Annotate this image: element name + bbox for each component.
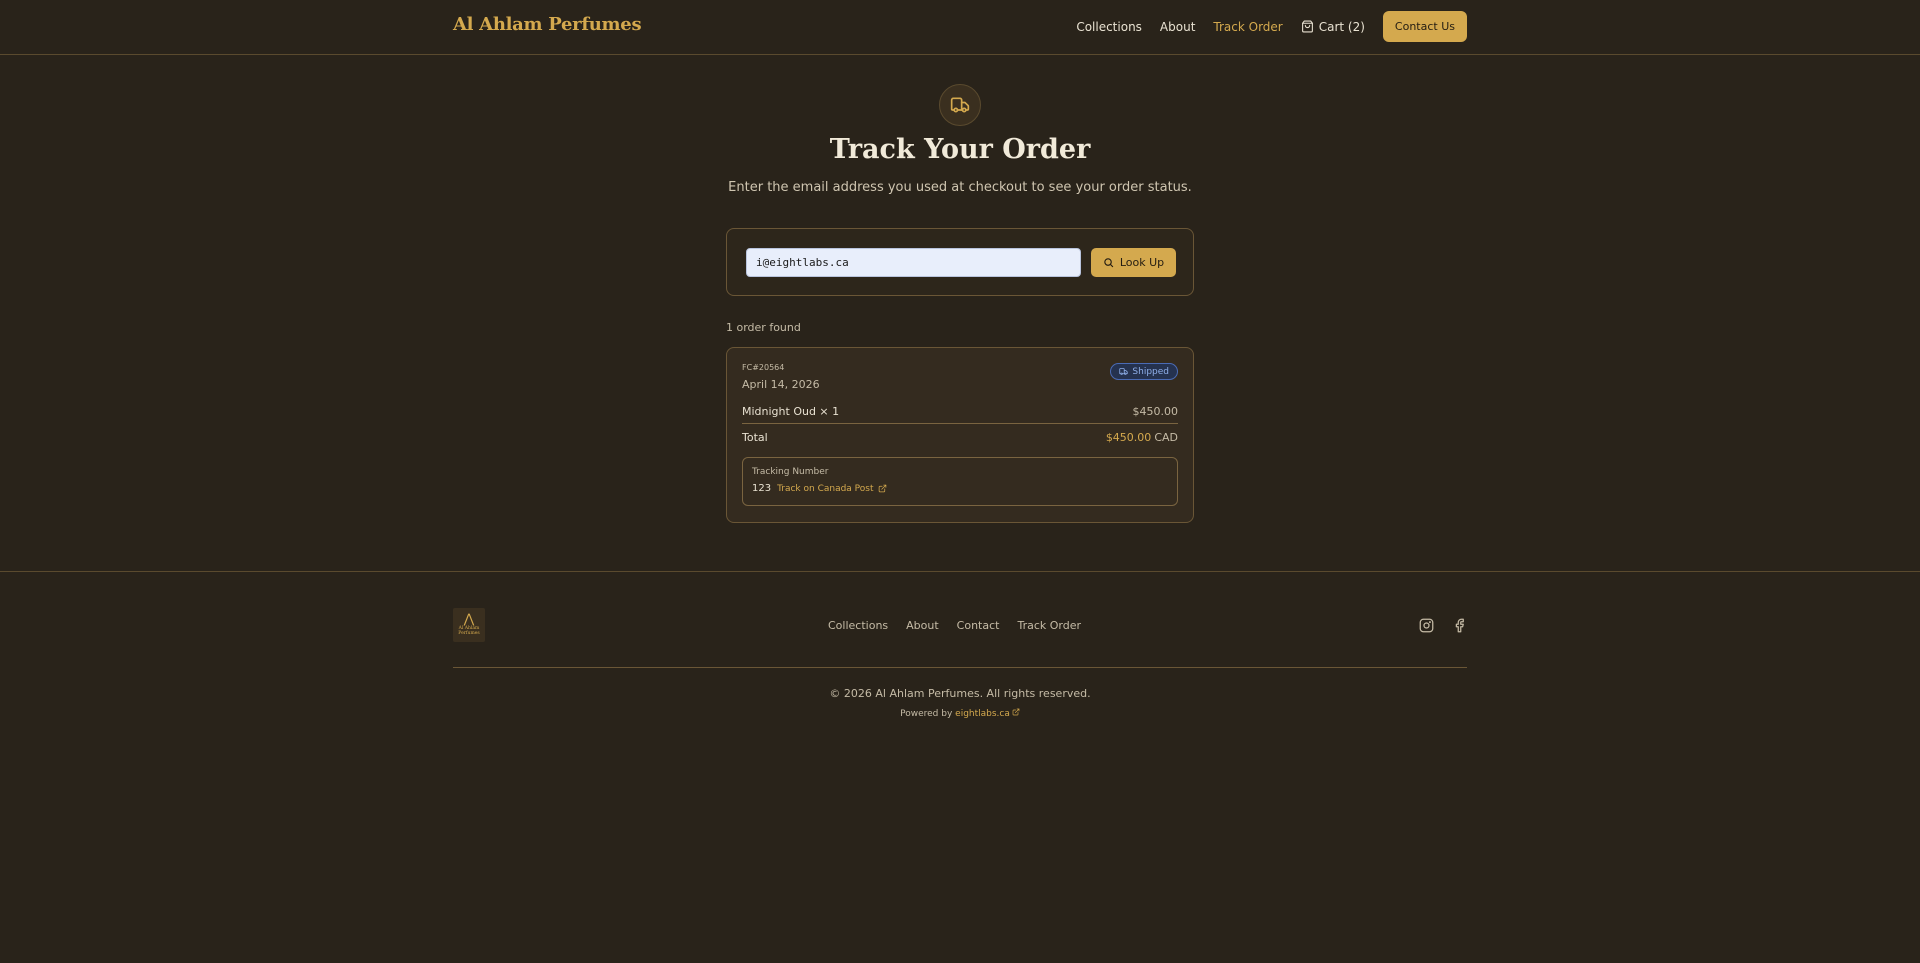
tracking-label: Tracking Number: [752, 467, 829, 477]
truck-badge: [939, 84, 981, 126]
footer-bottom-divider: [453, 667, 1467, 668]
footer-divider: [0, 571, 1920, 572]
track-link-label: Track on Canada Post: [777, 483, 874, 494]
tracking-line: 123 Track on Canada Post: [752, 483, 887, 494]
cart-icon: [1301, 20, 1313, 33]
site-header: Al Ahlam Perfumes Collections About Trac…: [0, 0, 1920, 55]
footer-logo[interactable]: ⋀ Al Ahlam Perfumes: [453, 608, 485, 642]
line-item: Midnight Oud × 1 $450.00: [742, 405, 1178, 418]
tracking-number: 123: [752, 483, 772, 494]
copyright: © 2026 Al Ahlam Perfumes. All rights res…: [829, 687, 1091, 700]
item-price: $450.00: [1132, 405, 1179, 418]
page-title: Track Your Order: [829, 134, 1091, 165]
track-canada-post-link[interactable]: Track on Canada Post: [777, 484, 886, 494]
cart-label: Cart (2): [1318, 19, 1365, 34]
search-icon: [1104, 258, 1114, 268]
external-link-icon: [1012, 708, 1020, 716]
eightlabs-link[interactable]: eightlabs.ca: [955, 708, 1020, 719]
external-link-icon: [878, 484, 886, 493]
footer-logo-text: Al Ahlam Perfumes: [458, 626, 480, 636]
logo-mark: ⋀: [463, 612, 475, 627]
total-label: Total: [742, 431, 768, 444]
nav-collections[interactable]: Collections: [1076, 20, 1142, 34]
main-nav: Collections About Track Order Cart (2) C…: [1058, 11, 1467, 42]
footer-nav-contact[interactable]: Contact: [957, 619, 1000, 632]
divider: [742, 423, 1178, 424]
truck-icon: [950, 97, 970, 113]
instagram-link[interactable]: [1418, 617, 1434, 633]
contact-us-button[interactable]: Contact Us: [1382, 11, 1467, 42]
look-up-button[interactable]: Look Up: [1091, 248, 1176, 277]
nav-track-order[interactable]: Track Order: [1213, 20, 1282, 34]
nav-about[interactable]: About: [1160, 20, 1195, 34]
look-up-label: Look Up: [1119, 256, 1165, 269]
lookup-form: Look Up: [726, 228, 1194, 296]
brand-logo[interactable]: Al Ahlam Perfumes: [453, 14, 642, 35]
tracking-box: Tracking Number 123 Track on Canada Post: [742, 457, 1178, 506]
total-value: $450.00 CAD: [1106, 431, 1178, 444]
facebook-link[interactable]: [1451, 617, 1467, 633]
powered-by: Powered by eightlabs.ca: [0, 708, 1920, 719]
powered-prefix: Powered by: [900, 709, 953, 719]
results-count: 1 order found: [726, 321, 801, 334]
total-amount: $450.00: [1105, 431, 1152, 444]
eightlabs-label: eightlabs.ca: [955, 709, 1010, 719]
truck-icon: [1119, 368, 1129, 375]
page-subtitle: Enter the email address you used at chec…: [728, 180, 1192, 195]
order-card: FC#20564 April 14, 2026 Shipped Midnight…: [726, 347, 1194, 523]
footer-nav: Collections About Contact Track Order: [828, 619, 1081, 632]
status-badge: Shipped: [1110, 363, 1178, 380]
email-input[interactable]: [746, 248, 1081, 277]
footer-nav-collections[interactable]: Collections: [828, 619, 888, 632]
nav-cart[interactable]: Cart (2): [1301, 20, 1365, 34]
footer-nav-about[interactable]: About: [906, 619, 939, 632]
order-id: FC#20564: [742, 363, 785, 372]
facebook-icon: [1455, 618, 1464, 632]
instagram-icon: [1419, 618, 1433, 632]
footer-nav-track-order[interactable]: Track Order: [1017, 619, 1081, 632]
status-label: Shipped: [1132, 366, 1169, 377]
total-row: Total $450.00 CAD: [742, 431, 1178, 444]
item-name: Midnight Oud × 1: [742, 405, 840, 418]
total-currency: CAD: [1154, 431, 1178, 444]
order-date: April 14, 2026: [742, 378, 820, 391]
